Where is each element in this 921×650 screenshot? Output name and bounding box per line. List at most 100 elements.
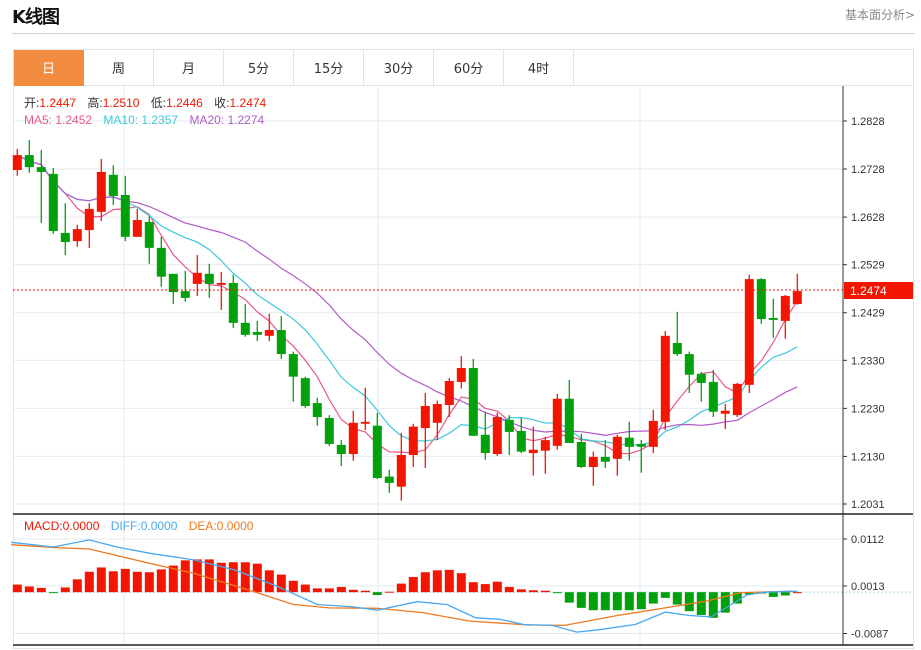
- candle: [648, 409, 658, 454]
- candle-body: [144, 221, 154, 248]
- candle: [312, 397, 322, 426]
- candle: [132, 208, 142, 237]
- candle-body: [552, 398, 562, 446]
- candle-body: [12, 155, 22, 171]
- candle: [612, 434, 622, 476]
- macd-bar: [648, 592, 658, 604]
- macd-bar: [624, 592, 634, 611]
- macd-bar: [336, 586, 346, 593]
- candle-body: [324, 417, 334, 444]
- candle: [156, 236, 166, 287]
- macd-bar: [108, 571, 118, 593]
- macd-value: MACD:0.0000: [24, 519, 100, 533]
- price-tick-label: 1.2828: [851, 116, 885, 128]
- ma5-line: [17, 154, 798, 455]
- candle-body: [228, 282, 238, 323]
- candle-body: [300, 378, 310, 406]
- candle-body: [432, 404, 442, 423]
- macd-bar: [372, 592, 382, 596]
- candle: [408, 423, 418, 467]
- candle: [564, 380, 574, 443]
- candle: [300, 376, 310, 408]
- current-price-label: 1.2474: [850, 284, 887, 298]
- macd-bar: [444, 569, 454, 593]
- kline-chart[interactable]: 1.2828 1.2728 1.2628 1.2529 1.2429 1.2330 1.22…: [0, 0, 921, 650]
- candle-body: [612, 436, 622, 459]
- candle: [768, 298, 778, 338]
- candle: [36, 149, 46, 223]
- candle: [372, 412, 382, 480]
- macd-bar: [396, 583, 406, 593]
- candle: [516, 417, 526, 454]
- macd-bar: [228, 562, 238, 593]
- candle-body: [420, 405, 430, 429]
- macd-bar: [24, 586, 34, 593]
- macd-bar: [132, 571, 142, 593]
- macd-bar: [408, 576, 418, 593]
- ma20-line: [17, 154, 798, 437]
- candle: [732, 382, 742, 418]
- macd-bar: [324, 588, 334, 593]
- candle: [348, 410, 358, 461]
- candle-body: [540, 440, 550, 451]
- candle: [216, 271, 226, 310]
- candle-body: [240, 322, 250, 335]
- candle: [84, 203, 94, 248]
- candle-body: [660, 335, 670, 422]
- diff-value: DIFF:0.0000: [111, 519, 178, 533]
- macd-bar: [60, 587, 70, 593]
- macd-bar: [612, 592, 622, 611]
- candle-body: [96, 171, 106, 212]
- candle-body: [288, 354, 298, 377]
- candle: [456, 355, 466, 389]
- candle: [684, 351, 694, 393]
- ma-legend: MA5: 1.2452 MA10: 1.2357 MA20: 1.2274: [24, 113, 264, 127]
- candle-body: [36, 167, 46, 172]
- candle: [540, 436, 550, 474]
- candle-body: [396, 454, 406, 487]
- candle-body: [348, 422, 358, 455]
- candle: [708, 369, 718, 418]
- candle: [264, 313, 274, 342]
- candle-body: [252, 331, 262, 335]
- macd-bar: [636, 592, 646, 610]
- candle-body: [24, 155, 34, 168]
- macd-bar: [360, 590, 370, 593]
- candle: [444, 378, 454, 418]
- candle: [324, 415, 334, 446]
- candle: [396, 432, 406, 501]
- candle-body: [456, 368, 466, 382]
- candle-body: [768, 318, 778, 320]
- price-tick-label: 1.2529: [851, 260, 885, 272]
- macd-bar: [576, 592, 586, 608]
- macd-bar: [288, 580, 298, 593]
- candle: [468, 358, 478, 436]
- macd-bar: [420, 572, 430, 593]
- macd-bar: [156, 569, 166, 593]
- low-label: 低:: [151, 96, 166, 110]
- candle: [288, 351, 298, 402]
- price-tick-label: 1.2728: [851, 164, 885, 176]
- candle: [240, 304, 250, 337]
- candle: [12, 148, 22, 176]
- candle: [204, 263, 214, 298]
- macd-bar: [348, 589, 358, 593]
- macd-bar: [768, 592, 778, 597]
- candle-body: [792, 291, 802, 305]
- macd-tick-label: -0.0087: [851, 629, 888, 641]
- candle-body: [264, 330, 274, 336]
- candle: [528, 426, 538, 476]
- moving-averages: [17, 154, 798, 455]
- macd-bar: [588, 592, 598, 611]
- macd-bar: [96, 567, 106, 593]
- macd-bar: [528, 590, 538, 593]
- candle-body: [468, 368, 478, 436]
- candle: [720, 404, 730, 430]
- ohlc-legend: 开:1.2447 高:1.2510 低:1.2446 收:1.2474: [24, 95, 267, 110]
- candle-body: [588, 456, 598, 467]
- price-tick-label: 1.2130: [851, 451, 885, 463]
- price-tick-label: 1.2628: [851, 212, 885, 224]
- high-value: 1.2510: [103, 96, 140, 110]
- low-value: 1.2446: [166, 96, 203, 110]
- candle: [432, 400, 442, 441]
